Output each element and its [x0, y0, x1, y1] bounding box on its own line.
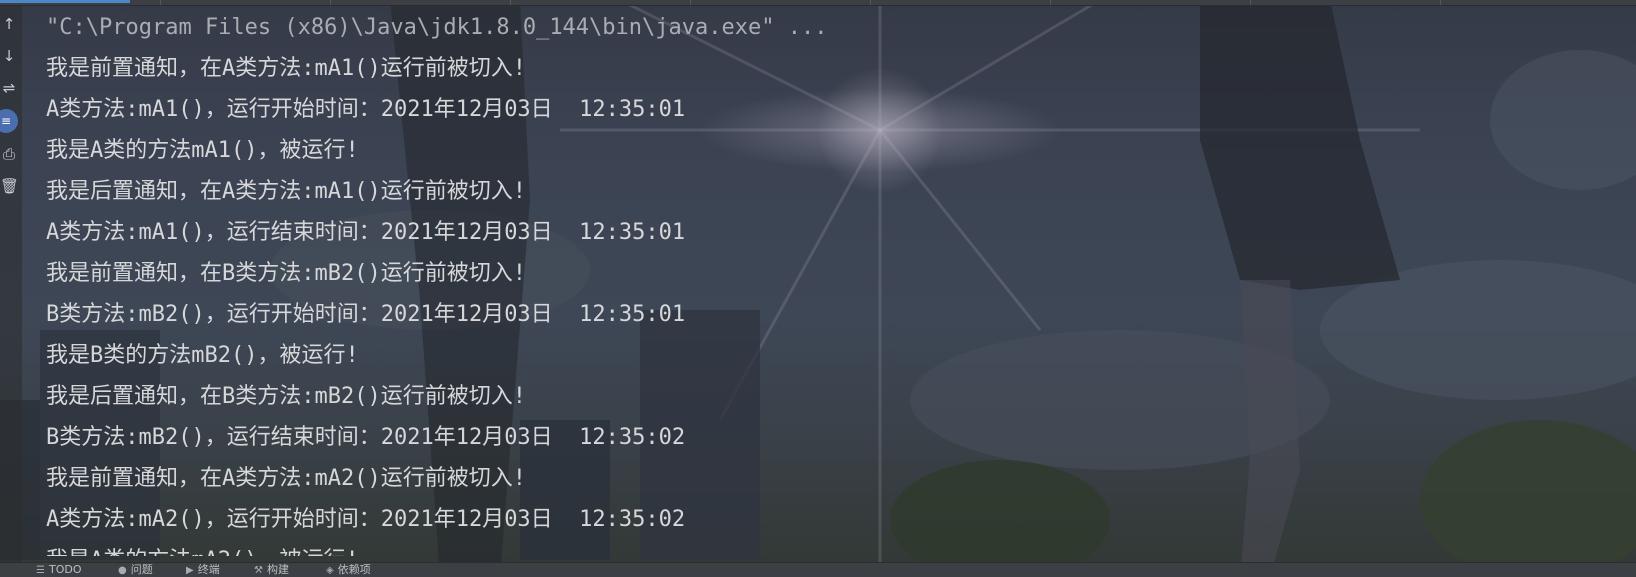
console-line: 我是A类的方法mA1()，被运行!	[46, 138, 359, 163]
terminal-icon: ▶	[186, 565, 194, 576]
divider	[1440, 0, 1441, 5]
clear-all-icon[interactable]: 🗑	[0, 175, 19, 197]
console-line: 我是前置通知，在A类方法:mA2()运行前被切入!	[46, 466, 526, 491]
console-toolbar: ↑ ↓ ⇌ ≡ ⎙ 🗑	[0, 5, 22, 563]
tool-tab-dependencies[interactable]: ◈ 依赖项	[326, 563, 371, 577]
console-line: A类方法:mA1()，运行结束时间：2021年12月03日 12:35:01	[46, 220, 686, 245]
tool-tab-label: 问题	[130, 563, 153, 576]
list-icon: ☰	[36, 565, 45, 576]
problems-icon: ●	[118, 565, 127, 576]
tool-tab-todo[interactable]: ☰ TODO	[36, 563, 82, 577]
divider	[330, 0, 331, 5]
tool-tab-terminal[interactable]: ▶ 终端	[186, 563, 220, 577]
scroll-to-end-icon[interactable]: ≡	[0, 109, 18, 133]
tool-tab-label: 构建	[266, 563, 289, 576]
console-line: A类方法:mA2()，运行开始时间：2021年12月03日 12:35:02	[46, 507, 686, 532]
run-command-line: "C:\Program Files (x86)\Java\jdk1.8.0_14…	[46, 15, 828, 40]
console-line: 我是前置通知，在A类方法:mA1()运行前被切入!	[46, 56, 526, 81]
divider	[870, 0, 871, 5]
hammer-icon: ⚒	[254, 565, 263, 576]
print-icon[interactable]: ⎙	[0, 143, 18, 165]
scroll-down-icon[interactable]: ↓	[0, 45, 18, 67]
console-line: A类方法:mA1()，运行开始时间：2021年12月03日 12:35:01	[46, 97, 686, 122]
run-console-window: ↑ ↓ ⇌ ≡ ⎙ 🗑 "C:\Program Files (x86)\Java…	[0, 0, 1636, 577]
tool-tab-problems[interactable]: ● 问题	[118, 563, 153, 577]
layers-icon: ◈	[326, 565, 334, 576]
tool-tab-label: 依赖项	[337, 563, 371, 576]
divider	[690, 0, 691, 5]
tab-strip	[0, 0, 1636, 6]
console-line: 我是后置通知，在A类方法:mA1()运行前被切入!	[46, 179, 526, 204]
tool-tab-build[interactable]: ⚒ 构建	[254, 563, 289, 577]
console-line: 我是B类的方法mB2()，被运行!	[46, 343, 359, 368]
progress-indicator	[0, 0, 130, 3]
divider	[510, 0, 511, 5]
divider	[1050, 0, 1051, 5]
tool-tab-label: TODO	[48, 563, 82, 576]
tool-window-bar: ☰ TODO ● 问题 ▶ 终端 ⚒ 构建 ◈ 依赖项	[0, 562, 1636, 577]
soft-wrap-icon[interactable]: ⇌	[0, 77, 18, 99]
console-output[interactable]: "C:\Program Files (x86)\Java\jdk1.8.0_14…	[46, 8, 1606, 556]
console-line: 我是后置通知，在B类方法:mB2()运行前被切入!	[46, 384, 526, 409]
tool-tab-label: 终端	[197, 563, 220, 576]
console-line: B类方法:mB2()，运行结束时间：2021年12月03日 12:35:02	[46, 425, 686, 450]
console-line: 我是A类的方法mA2()，被运行!	[46, 541, 1606, 556]
console-line: 我是前置通知，在B类方法:mB2()运行前被切入!	[46, 261, 526, 286]
scroll-up-icon[interactable]: ↑	[0, 13, 18, 35]
divider	[1250, 0, 1251, 5]
divider	[160, 0, 161, 5]
console-line: B类方法:mB2()，运行开始时间：2021年12月03日 12:35:01	[46, 302, 686, 327]
